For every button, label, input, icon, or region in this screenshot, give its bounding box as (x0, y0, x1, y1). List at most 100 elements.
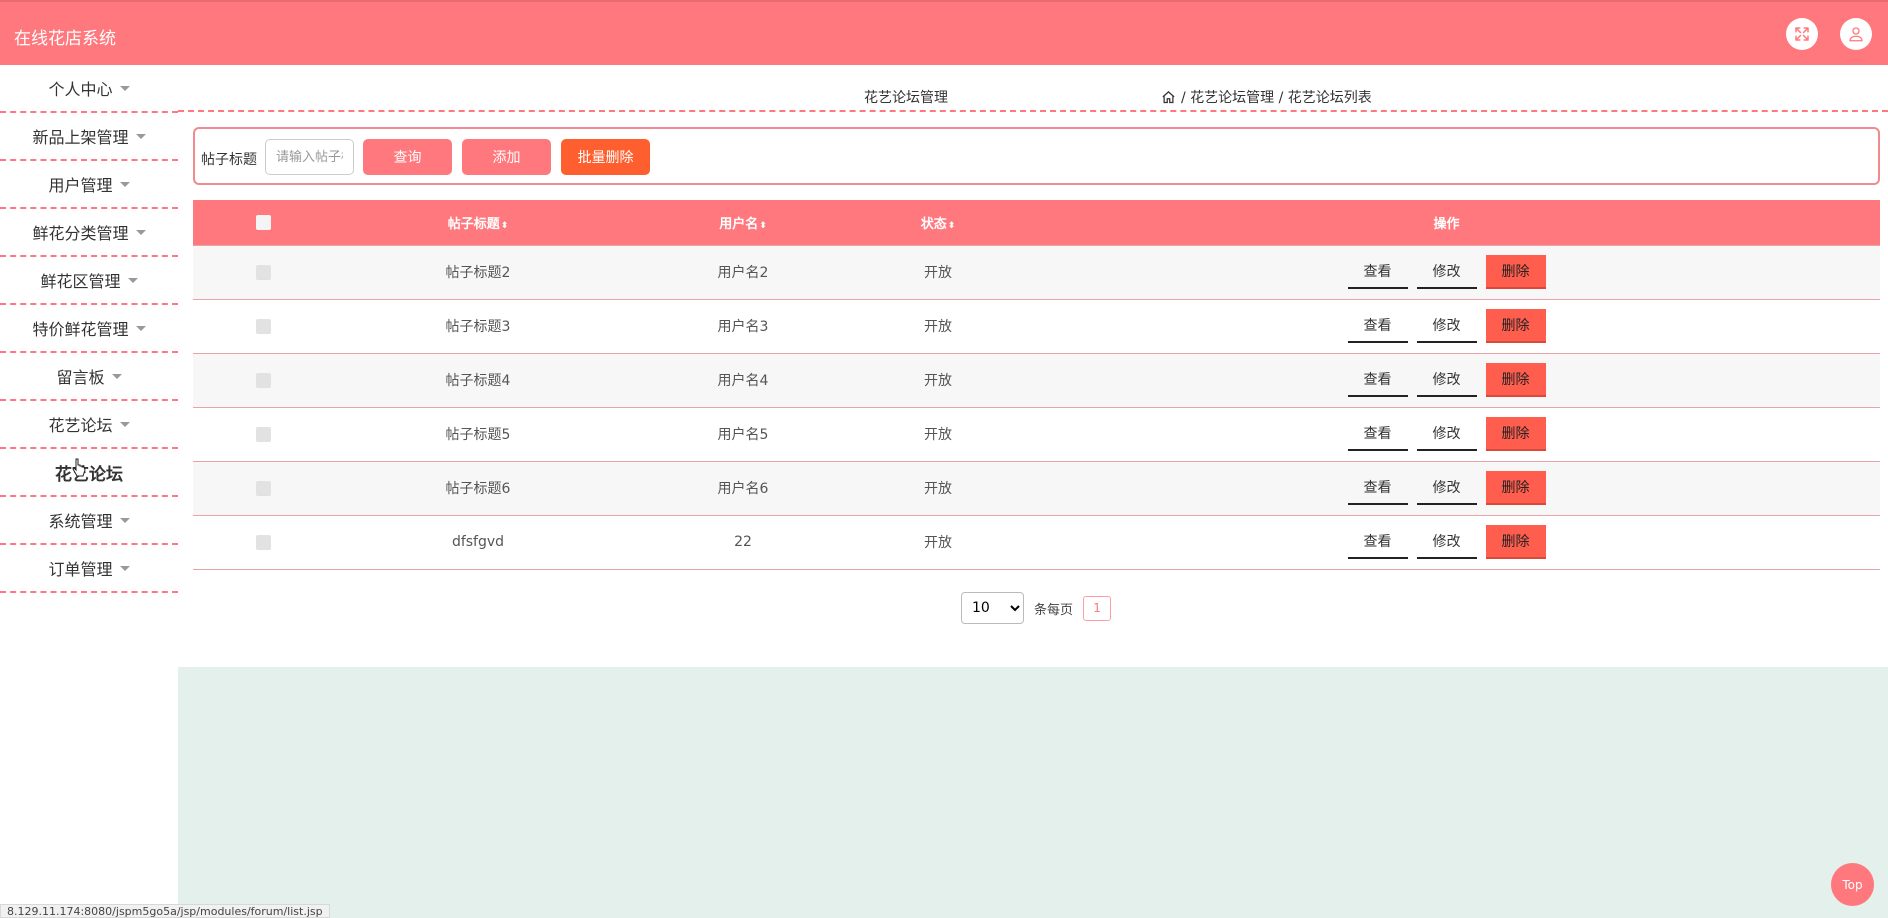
view-button[interactable]: 查看 (1347, 255, 1408, 289)
column-header-user[interactable]: 用户名⬍ (623, 200, 863, 245)
edit-button[interactable]: 修改 (1416, 525, 1477, 559)
caret-down-icon (119, 517, 130, 523)
home-icon[interactable] (1161, 90, 1176, 105)
select-all-checkbox[interactable] (255, 214, 271, 230)
row-checkbox[interactable] (255, 264, 271, 280)
search-label: 帖子标题 (201, 152, 257, 168)
title-cell: 帖子标题6 (333, 460, 623, 515)
sidebar-item-label: 花艺论坛 (48, 416, 113, 435)
page-size-select[interactable]: 10 (961, 592, 1024, 624)
sidebar-item[interactable]: 鲜花区管理 (0, 257, 178, 305)
actions-cell: 查看 修改 删除 (1013, 352, 1880, 407)
title-cell: 帖子标题5 (333, 406, 623, 461)
actions-cell: 查看 修改 删除 (1013, 514, 1880, 570)
breadcrumb-text: / 花艺论坛管理 / 花艺论坛列表 (1181, 90, 1372, 106)
sidebar-item-label: 个人中心 (48, 80, 113, 99)
table-row: 帖子标题6 用户名6 开放 查看 修改 删除 (193, 460, 1880, 515)
column-header-status[interactable]: 状态⬍ (863, 200, 1013, 245)
actions-cell: 查看 修改 删除 (1013, 244, 1880, 299)
row-checkbox[interactable] (255, 426, 271, 442)
view-button[interactable]: 查看 (1347, 471, 1408, 505)
sidebar-item-label: 新品上架管理 (32, 128, 129, 147)
delete-button[interactable]: 删除 (1485, 417, 1546, 451)
back-to-top-button[interactable]: Top (1831, 863, 1874, 906)
delete-button[interactable]: 删除 (1485, 525, 1546, 559)
row-checkbox-cell (193, 352, 333, 407)
view-button[interactable]: 查看 (1347, 417, 1408, 451)
expand-icon (1795, 27, 1809, 41)
sidebar-item-label: 留言板 (56, 368, 105, 387)
row-checkbox[interactable] (255, 318, 271, 334)
delete-button[interactable]: 删除 (1485, 471, 1546, 505)
sidebar-item[interactable]: 花艺论坛 (0, 449, 178, 497)
sidebar: 个人中心 新品上架管理 用户管理 鲜花分类管理 鲜花区管理 特价鲜花管理 留言板 花艺论坛 花艺… (0, 65, 178, 918)
sidebar-item[interactable]: 系统管理 (0, 497, 178, 545)
status-cell: 开放 (863, 514, 1013, 570)
sidebar-item[interactable]: 用户管理 (0, 161, 178, 209)
app-title: 在线花店系统 (14, 29, 116, 49)
caret-down-icon (127, 277, 138, 283)
column-header-title[interactable]: 帖子标题⬍ (333, 200, 623, 245)
search-panel: 帖子标题 查询 添加 批量删除 (193, 127, 1880, 185)
batch-delete-button[interactable]: 批量删除 (561, 139, 650, 175)
status-cell: 开放 (863, 352, 1013, 407)
edit-button[interactable]: 修改 (1416, 309, 1477, 343)
edit-button[interactable]: 修改 (1416, 417, 1477, 451)
column-header-actions: 操作 (1013, 200, 1880, 245)
sidebar-item[interactable]: 新品上架管理 (0, 113, 178, 161)
page-title: 花艺论坛管理 (864, 90, 948, 106)
caret-down-icon (135, 325, 146, 331)
user-cell: 用户名6 (623, 460, 863, 515)
caret-down-icon (111, 373, 122, 379)
query-button[interactable]: 查询 (363, 139, 452, 175)
table-row: 帖子标题2 用户名2 开放 查看 修改 删除 (193, 244, 1880, 299)
user-cell: 用户名3 (623, 298, 863, 353)
user-cell: 用户名4 (623, 352, 863, 407)
caret-down-icon (119, 181, 130, 187)
select-all-cell (193, 200, 333, 245)
table-row: 帖子标题5 用户名5 开放 查看 修改 删除 (193, 406, 1880, 461)
fullscreen-button[interactable] (1786, 18, 1818, 50)
delete-button[interactable]: 删除 (1485, 255, 1546, 289)
status-cell: 开放 (863, 406, 1013, 461)
sidebar-item[interactable]: 留言板 (0, 353, 178, 401)
status-cell: 开放 (863, 460, 1013, 515)
edit-button[interactable]: 修改 (1416, 363, 1477, 397)
user-menu-button[interactable] (1840, 18, 1872, 50)
sidebar-item-label: 特价鲜花管理 (32, 320, 129, 339)
table-header-row: 帖子标题⬍ 用户名⬍ 状态⬍ 操作 (193, 200, 1880, 245)
view-button[interactable]: 查看 (1347, 525, 1408, 559)
title-cell: 帖子标题3 (333, 298, 623, 353)
sort-icon: ⬍ (500, 220, 509, 231)
page-number-1[interactable]: 1 (1083, 595, 1112, 621)
sidebar-item-label: 鲜花分类管理 (32, 224, 129, 243)
table-row: 帖子标题4 用户名4 开放 查看 修改 删除 (193, 352, 1880, 407)
status-cell: 开放 (863, 244, 1013, 299)
view-button[interactable]: 查看 (1347, 309, 1408, 343)
row-checkbox[interactable] (255, 372, 271, 388)
view-button[interactable]: 查看 (1347, 363, 1408, 397)
edit-button[interactable]: 修改 (1416, 255, 1477, 289)
row-checkbox-cell (193, 514, 333, 570)
user-icon (1849, 27, 1863, 42)
title-cell: 帖子标题2 (333, 244, 623, 299)
search-input[interactable] (265, 139, 354, 175)
row-checkbox-cell (193, 460, 333, 515)
caret-down-icon (135, 133, 146, 139)
add-button[interactable]: 添加 (462, 139, 551, 175)
mouse-cursor-icon (72, 458, 86, 477)
sidebar-item-label: 系统管理 (48, 512, 113, 531)
delete-button[interactable]: 删除 (1485, 309, 1546, 343)
sidebar-item[interactable]: 个人中心 (0, 65, 178, 113)
title-cell: 帖子标题4 (333, 352, 623, 407)
status-cell: 开放 (863, 298, 1013, 353)
sidebar-item[interactable]: 订单管理 (0, 545, 178, 593)
delete-button[interactable]: 删除 (1485, 363, 1546, 397)
sidebar-item[interactable]: 花艺论坛 (0, 401, 178, 449)
actions-cell: 查看 修改 删除 (1013, 406, 1880, 461)
sidebar-item[interactable]: 特价鲜花管理 (0, 305, 178, 353)
row-checkbox[interactable] (255, 534, 271, 550)
sidebar-item[interactable]: 鲜花分类管理 (0, 209, 178, 257)
edit-button[interactable]: 修改 (1416, 471, 1477, 505)
row-checkbox[interactable] (255, 480, 271, 496)
